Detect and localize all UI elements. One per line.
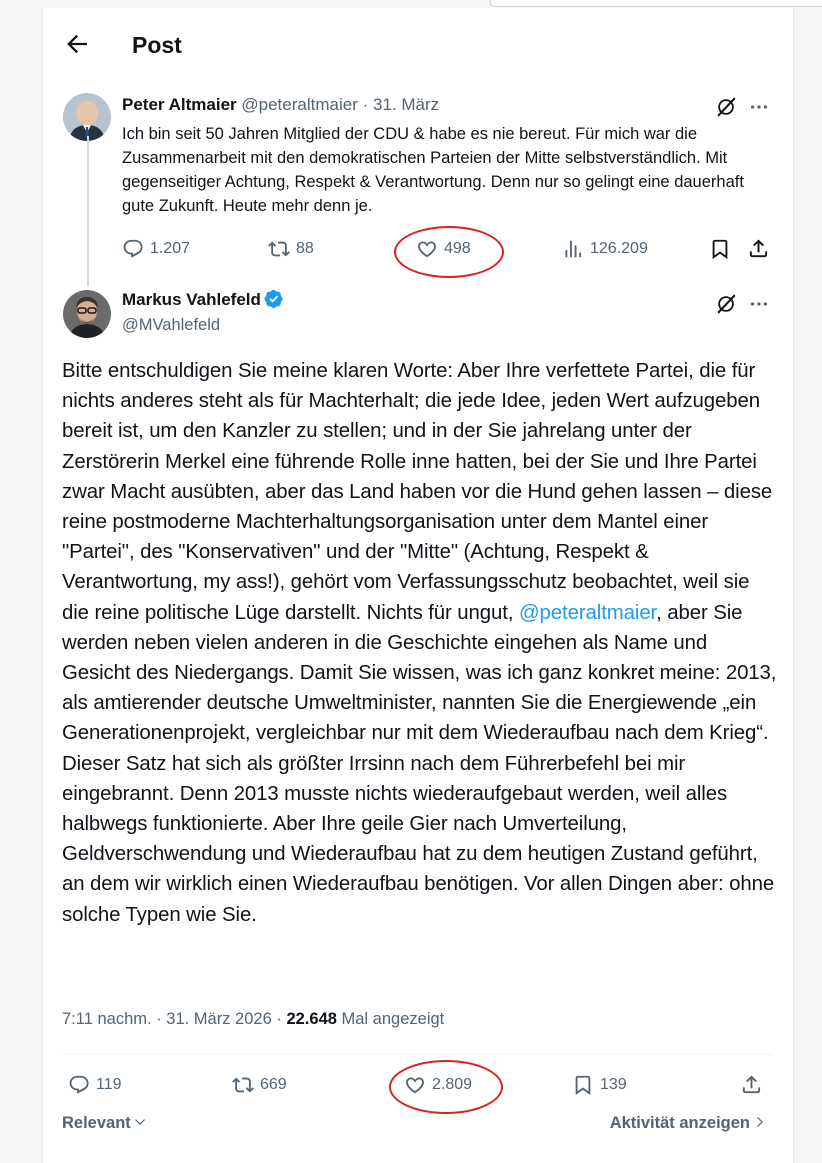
divider xyxy=(62,1054,773,1055)
tweet2-meta: 7:11 nachm. · 31. März 2026 · 22.648 Mal… xyxy=(62,1010,444,1029)
annotation-circle xyxy=(389,1060,503,1114)
mention-link[interactable]: @peteraltmaier xyxy=(519,602,656,624)
tweet1-text: Ich bin seit 50 Jahren Mitglied der CDU … xyxy=(122,125,744,215)
tweet2-time[interactable]: 7:11 nachm. xyxy=(62,1010,152,1028)
repost-icon xyxy=(268,241,290,257)
tweet1-date[interactable]: 31. März xyxy=(373,95,439,114)
reply-icon xyxy=(123,239,143,258)
tweet1-reply-button[interactable]: 1.207 xyxy=(122,238,190,260)
tweet2-author: Markus Vahlefeld xyxy=(122,289,284,310)
thread-connector xyxy=(87,136,89,286)
bookmark-icon[interactable] xyxy=(709,238,731,260)
tweet1-view-count: 126.209 xyxy=(590,240,648,257)
tweet2-views-label: Mal angezeigt xyxy=(341,1010,445,1028)
avatar-markus-vahlefeld[interactable] xyxy=(63,290,111,338)
tweet2-reply-count: 119 xyxy=(96,1076,122,1093)
tweet1-header: Peter Altmaier @peteraltmaier · 31. März xyxy=(122,95,439,115)
tweet1-repost-button[interactable]: 88 xyxy=(268,238,314,260)
view-activity-link[interactable]: Aktivität anzeigen xyxy=(610,1114,767,1133)
chevron-right-icon xyxy=(757,1117,763,1127)
views-icon xyxy=(565,240,582,258)
share-icon[interactable] xyxy=(747,237,770,260)
verified-badge-icon xyxy=(264,289,283,308)
activity-label: Aktivität anzeigen xyxy=(609,1114,750,1132)
tweet2-text: Bitte entschuldigen Sie meine klaren Wor… xyxy=(62,356,778,930)
tweet2-author-name[interactable]: Markus Vahlefeld xyxy=(122,290,261,309)
repost-icon xyxy=(232,1077,254,1093)
sort-label: Relevant xyxy=(62,1114,131,1132)
tweet1-views-button[interactable]: 126.209 xyxy=(562,238,648,260)
tweet1-author-name[interactable]: Peter Altmaier xyxy=(122,95,237,114)
tweet2-view-count: 22.648 xyxy=(286,1010,337,1028)
tweet1-handle[interactable]: @peteraltmaier xyxy=(241,95,357,114)
bookmark-icon xyxy=(575,1075,591,1095)
tweet2-bookmark-button[interactable]: 139 xyxy=(572,1074,627,1096)
share-icon[interactable] xyxy=(740,1073,763,1096)
tweet1-reply-count: 1.207 xyxy=(150,240,191,257)
tweet2-text-part1: Bitte entschuldigen Sie meine klaren Wor… xyxy=(62,360,773,624)
tweet1-separator: · xyxy=(362,95,369,114)
tweet2-date[interactable]: 31. März 2026 xyxy=(166,1010,271,1028)
reply-icon xyxy=(69,1075,89,1094)
chevron-down-icon xyxy=(134,1119,145,1125)
avatar-image xyxy=(63,290,111,338)
page-title: Post xyxy=(132,32,182,58)
back-arrow-icon[interactable] xyxy=(63,30,91,58)
tweet2-text-part2: , aber Sie werden neben vielen anderen i… xyxy=(62,601,777,926)
browser-edge xyxy=(490,0,822,7)
more-options-icon[interactable] xyxy=(748,293,770,315)
grok-icon[interactable] xyxy=(715,96,737,118)
tweet2-bookmark-count: 139 xyxy=(600,1076,627,1093)
tweet2-repost-count: 669 xyxy=(260,1076,287,1093)
avatar-peter-altmaier[interactable] xyxy=(63,93,111,141)
tweet1-repost-count: 88 xyxy=(296,240,314,257)
more-options-icon[interactable] xyxy=(748,96,770,118)
annotation-circle xyxy=(394,226,504,278)
sort-replies-dropdown[interactable]: Relevant xyxy=(62,1114,147,1133)
grok-icon[interactable] xyxy=(715,293,737,315)
post-page: Post Peter Altmaier @peteraltmaier · 31.… xyxy=(42,8,794,1163)
tweet2-separator: · xyxy=(156,1010,162,1028)
tweet2-handle[interactable]: @MVahlefeld xyxy=(122,316,220,335)
tweet2-reply-button[interactable]: 119 xyxy=(68,1074,122,1096)
tweet2-views-separator: · xyxy=(276,1010,282,1028)
avatar-image xyxy=(63,93,111,141)
tweet2-repost-button[interactable]: 669 xyxy=(232,1074,287,1096)
